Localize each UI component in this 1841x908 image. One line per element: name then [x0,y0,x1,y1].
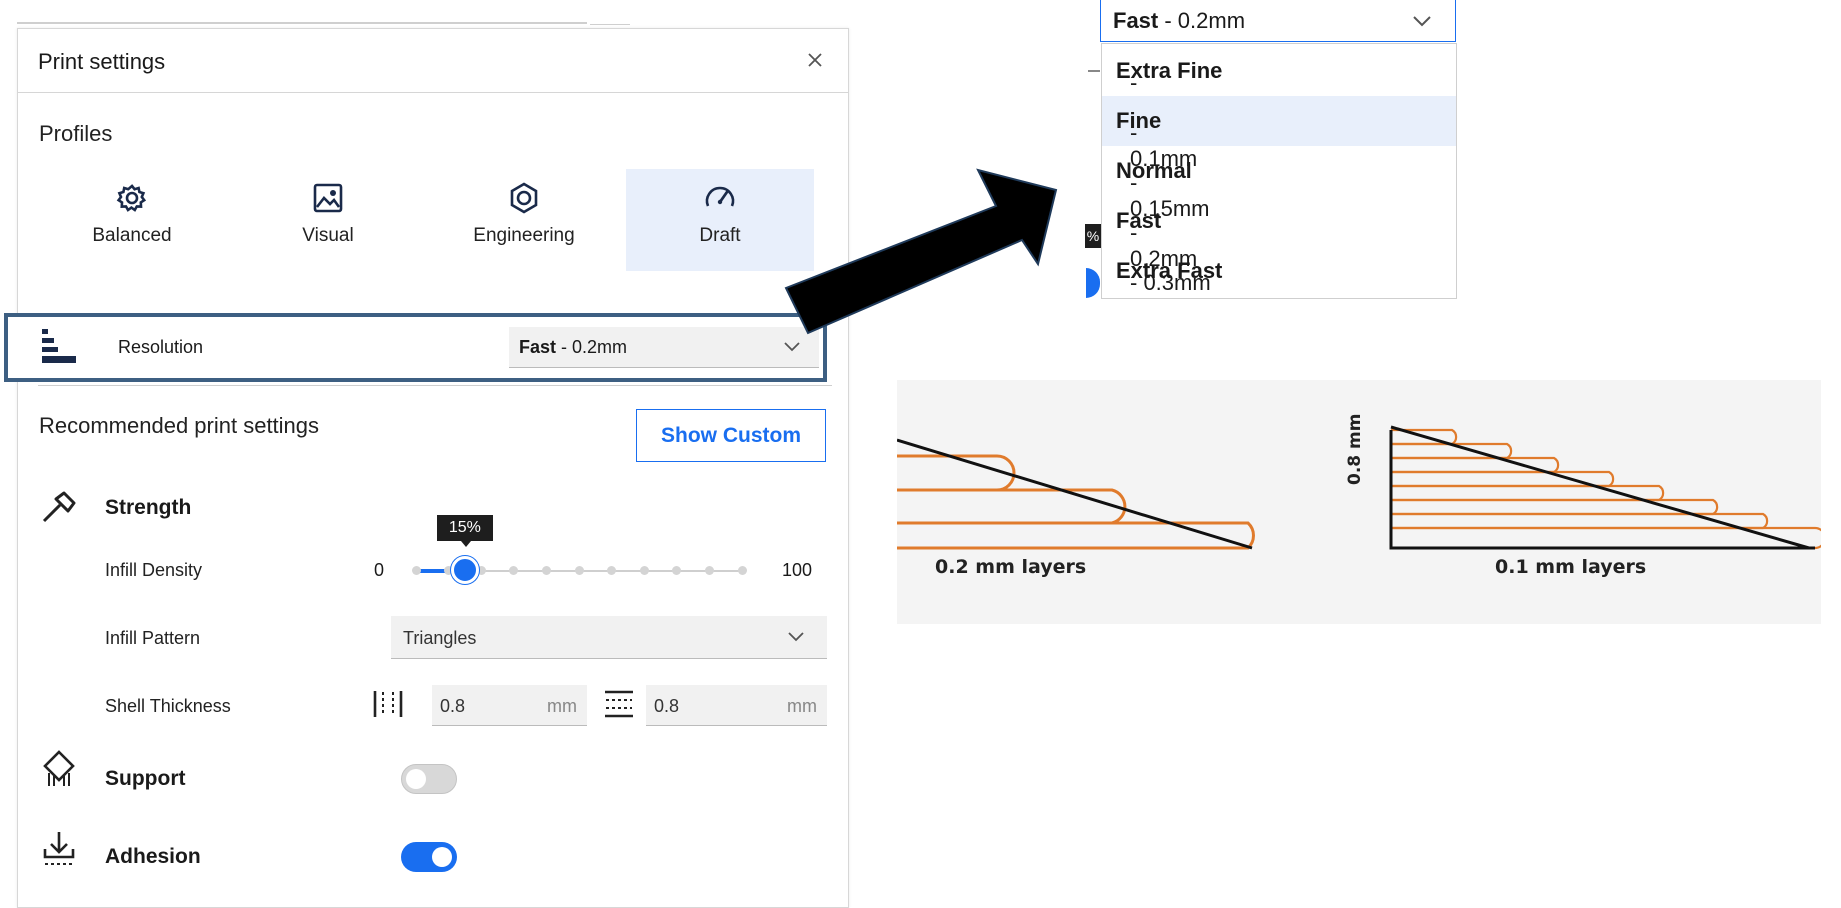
close-button[interactable] [802,47,828,73]
close-icon [808,53,822,67]
adhesion-icon [43,832,75,865]
dropdown-selected-value: Fast - 0.2mm [1113,8,1246,33]
adhesion-toggle[interactable] [401,842,457,872]
infill-pattern-label: Infill Pattern [105,628,201,648]
adhesion-title: Adhesion [105,845,201,868]
chevron-down-icon [788,632,804,642]
shell-thickness-label: Shell Thickness [105,696,231,716]
top-bottom-thickness-value: 0.8 [654,696,680,716]
layer-height-illustration: 0.2 mm layers 0.1 mm layers 0.8 mm [897,380,1821,624]
profile-engineering[interactable]: Engineering [430,169,618,271]
image-icon [313,183,343,213]
height-label-0-8mm: 0.8 mm [1345,413,1365,485]
resolution-select[interactable]: Fast - 0.2mm [509,327,819,368]
slider-tick [574,566,584,575]
gear-icon [116,184,147,212]
speedometer-icon [705,186,735,207]
panel-title: Print settings [38,49,166,74]
profile-label: Engineering [473,225,575,246]
section-divider [38,385,832,386]
support-title: Support [105,767,186,790]
recommended-settings-label: Recommended print settings [39,413,320,438]
background-fragment [1086,268,1100,298]
support-icon [43,750,75,786]
strength-title: Strength [105,496,192,519]
wall-thickness-value: 0.8 [440,696,466,716]
caption-0-1mm: 0.1 mm layers [1495,556,1647,578]
profile-balanced[interactable]: Balanced [38,169,226,271]
slider-tick [541,566,551,575]
resolution-option[interactable]: Extra Fine - 0.06mm [1102,46,1456,121]
chevron-down-icon [1413,16,1431,27]
top-bottom-thickness-input[interactable]: 0.8 mm [646,685,827,726]
slider-tick [704,566,714,575]
support-toggle[interactable] [401,764,457,794]
show-custom-button[interactable]: Show Custom [636,409,826,462]
profiles-label: Profiles [39,121,113,146]
infill-slider-handle[interactable] [450,556,479,584]
top-bottom-thickness-icon [605,690,633,718]
top-bottom-thickness-unit: mm [787,696,817,716]
layers-bar-icon [42,329,76,363]
caption-0-2mm: 0.2 mm layers [935,556,1087,578]
background-fragment: % [1085,224,1101,248]
wall-thickness-input[interactable]: 0.8 mm [432,685,587,726]
toggle-knob [406,769,426,789]
slider-tick [411,566,421,575]
infill-density-tooltip: 15% [436,515,493,547]
panel-header: Print settings [18,29,848,93]
slider-tick [672,566,682,575]
toggle-knob [432,847,452,867]
slider-tick [639,566,649,575]
slider-tick [737,566,747,575]
resolution-option[interactable]: Fine - 0.1mm [1102,96,1456,171]
profile-label: Balanced [92,225,172,246]
resolution-dropdown-list: Extra Fine - 0.06mm Fine - 0.1mm Normal … [1101,43,1457,299]
slider-max-label: 100 [782,560,813,580]
profile-label: Visual [302,225,354,246]
infill-density-label: Infill Density [105,560,203,580]
background-window-edge [590,24,630,25]
hexagon-nut-icon [510,182,538,214]
print-settings-panel: Print settings Profiles Balanced Visual [4,28,849,908]
resolution-option[interactable]: Normal - 0.15mm [1102,146,1456,221]
hammer-icon [42,491,76,523]
resolution-option[interactable]: Extra Fast - 0.3mm [1102,246,1456,296]
slider-min-label: 0 [374,560,385,580]
infill-pattern-select[interactable]: Triangles [391,616,827,659]
background-fragment [1088,70,1100,72]
resolution-dropdown-header[interactable]: Fast - 0.2mm [1100,0,1456,42]
resolution-value: Fast - 0.2mm [519,337,628,357]
callout-arrow [784,168,1058,335]
slider-tick [509,566,519,575]
background-window-edge [17,22,587,24]
wall-thickness-unit: mm [547,696,577,716]
resolution-option[interactable]: Fast - 0.2mm [1102,196,1456,271]
profile-label: Draft [699,225,741,246]
resolution-label: Resolution [118,337,204,357]
infill-pattern-value: Triangles [403,628,477,648]
profile-visual[interactable]: Visual [234,169,422,271]
resolution-row: Resolution Fast - 0.2mm [4,313,827,382]
wall-thickness-icon [373,691,403,717]
slider-tick [607,566,617,575]
